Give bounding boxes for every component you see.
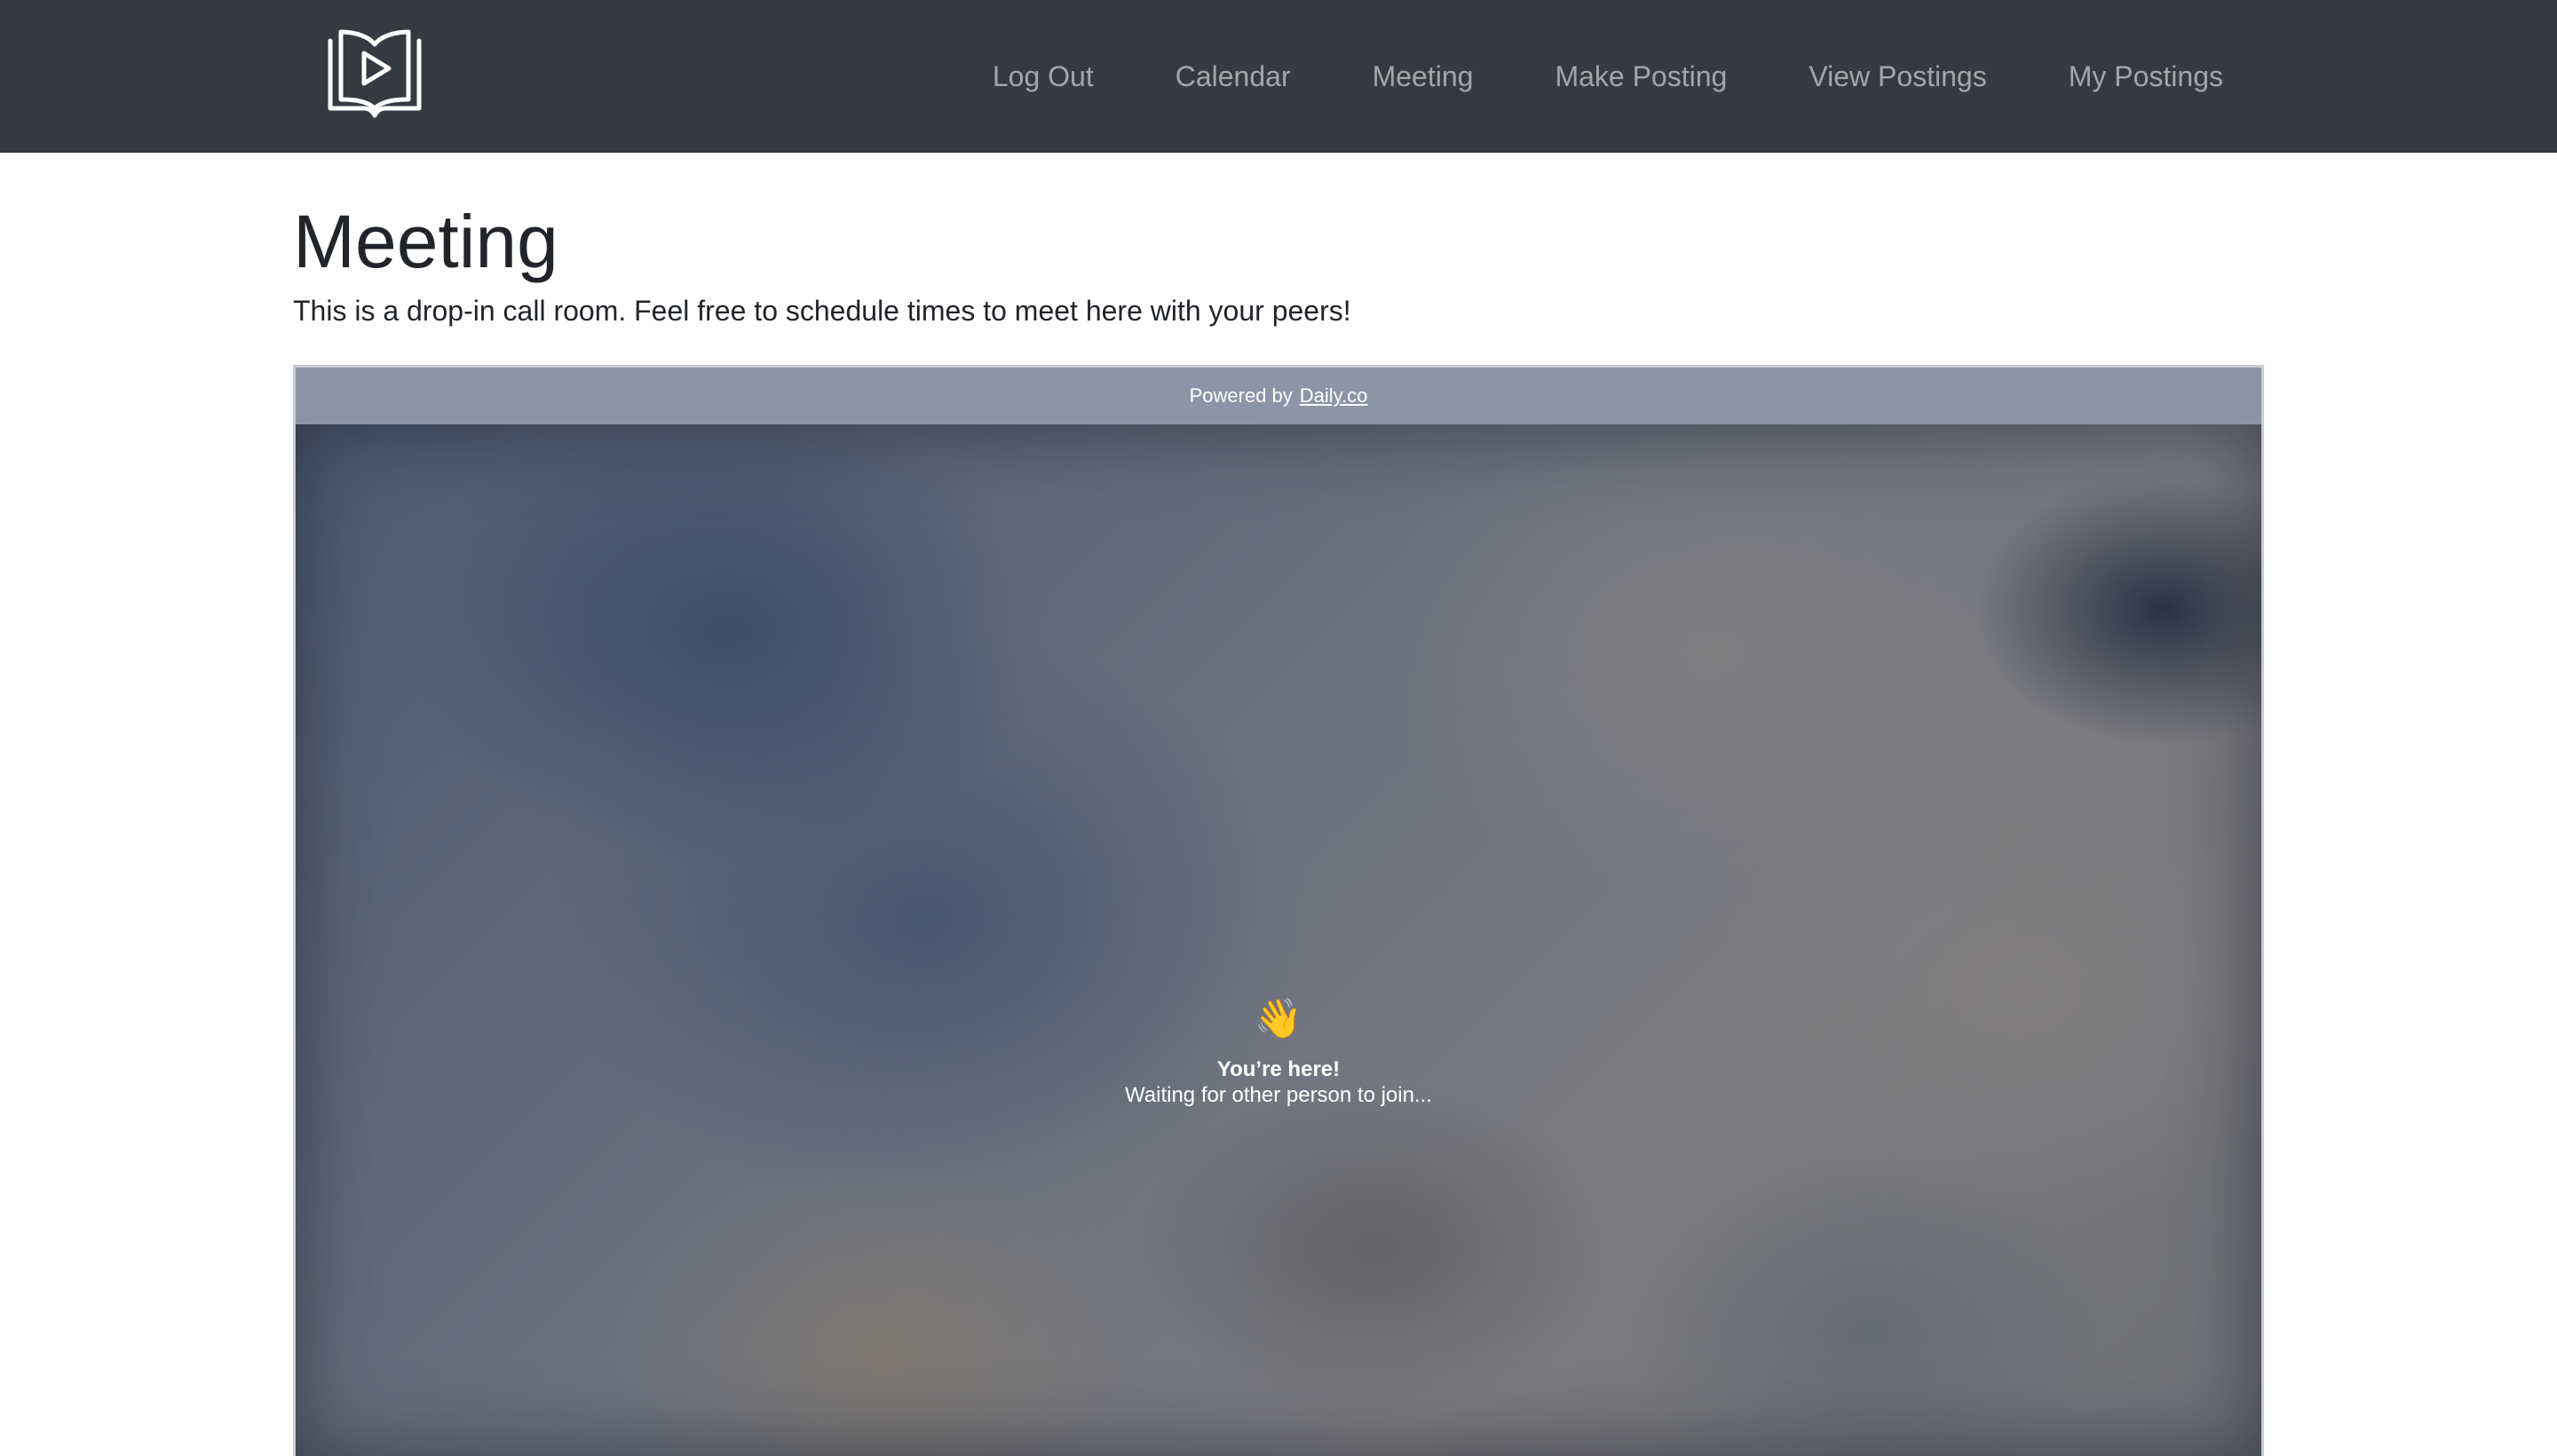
- book-play-icon: [328, 29, 422, 118]
- powered-by-bar: Powered by Daily.co: [296, 368, 2261, 424]
- page-description: This is a drop-in call room. Feel free t…: [293, 295, 1351, 327]
- waving-hand-icon: 👋: [1254, 997, 1303, 1041]
- nav-view-postings[interactable]: View Postings: [1768, 0, 2027, 153]
- daily-co-link[interactable]: Daily.co: [1300, 384, 1368, 408]
- nav-links: Log Out Calendar Meeting Make Posting Vi…: [952, 0, 2223, 153]
- nav-log-out[interactable]: Log Out: [952, 0, 1135, 153]
- video-area[interactable]: 👋 You’re here! Waiting for other person …: [296, 424, 2261, 1456]
- top-navbar: Log Out Calendar Meeting Make Posting Vi…: [0, 0, 2557, 153]
- nav-calendar[interactable]: Calendar: [1135, 0, 1332, 153]
- waiting-subtitle: Waiting for other person to join...: [1125, 1083, 1432, 1107]
- waiting-message: 👋 You’re here! Waiting for other person …: [296, 993, 2261, 1108]
- nav-meeting[interactable]: Meeting: [1332, 0, 1515, 153]
- video-vignette: [296, 424, 2261, 1456]
- nav-my-postings[interactable]: My Postings: [2028, 0, 2223, 153]
- video-call-frame[interactable]: Powered by Daily.co 👋 You’re here! Waiti…: [293, 365, 2264, 1456]
- nav-make-posting[interactable]: Make Posting: [1514, 0, 1768, 153]
- powered-by-text: Powered by: [1189, 384, 1293, 407]
- brand-logo[interactable]: [323, 28, 426, 121]
- page-title: Meeting: [293, 200, 558, 283]
- waiting-title: You’re here!: [1216, 1057, 1341, 1081]
